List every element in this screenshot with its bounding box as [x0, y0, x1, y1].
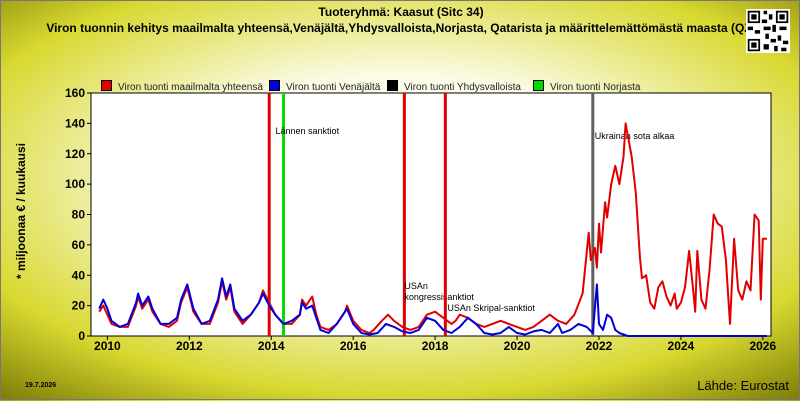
event-marker-label: Ukrainan sota alkaa [595, 131, 675, 141]
x-tick-label: 2026 [749, 339, 776, 353]
event-marker-label: Lännen sanktiot [276, 126, 340, 136]
x-ticks: 2010 2012 2014 2016 2018 2020 2022 2024 2026 [94, 336, 776, 353]
chart-svg: Lännen sanktiotUSAn kongressisanktiotUSAn… [65, 86, 777, 353]
y-tick-label: 20 [72, 299, 86, 313]
y-tick-label: 100 [65, 177, 85, 191]
source-note: Lähde: Eurostat [697, 378, 789, 393]
event-marker-label: USAn Skripal-sanktiot [447, 303, 535, 313]
y-tick-label: 40 [72, 268, 86, 282]
y-tick-label: 0 [78, 329, 85, 343]
x-tick-label: 2014 [258, 339, 285, 353]
x-tick-label: 2012 [176, 339, 203, 353]
y-tick-label: 60 [72, 238, 86, 252]
x-tick-label: 2022 [586, 339, 613, 353]
y-tick-label: 80 [72, 208, 86, 222]
y-tick-label: 140 [65, 116, 85, 130]
y-ticks: 0 20 40 60 80 100 120 140 160 [65, 86, 91, 343]
y-tick-label: 160 [65, 86, 85, 100]
report-date: 19.7.2026 [25, 382, 57, 389]
x-tick-label: 2020 [504, 339, 531, 353]
x-tick-label: 2016 [340, 339, 367, 353]
x-tick-label: 2018 [422, 339, 449, 353]
x-tick-label: 2010 [94, 339, 121, 353]
y-tick-label: 120 [65, 147, 85, 161]
x-tick-label: 2024 [668, 339, 695, 353]
